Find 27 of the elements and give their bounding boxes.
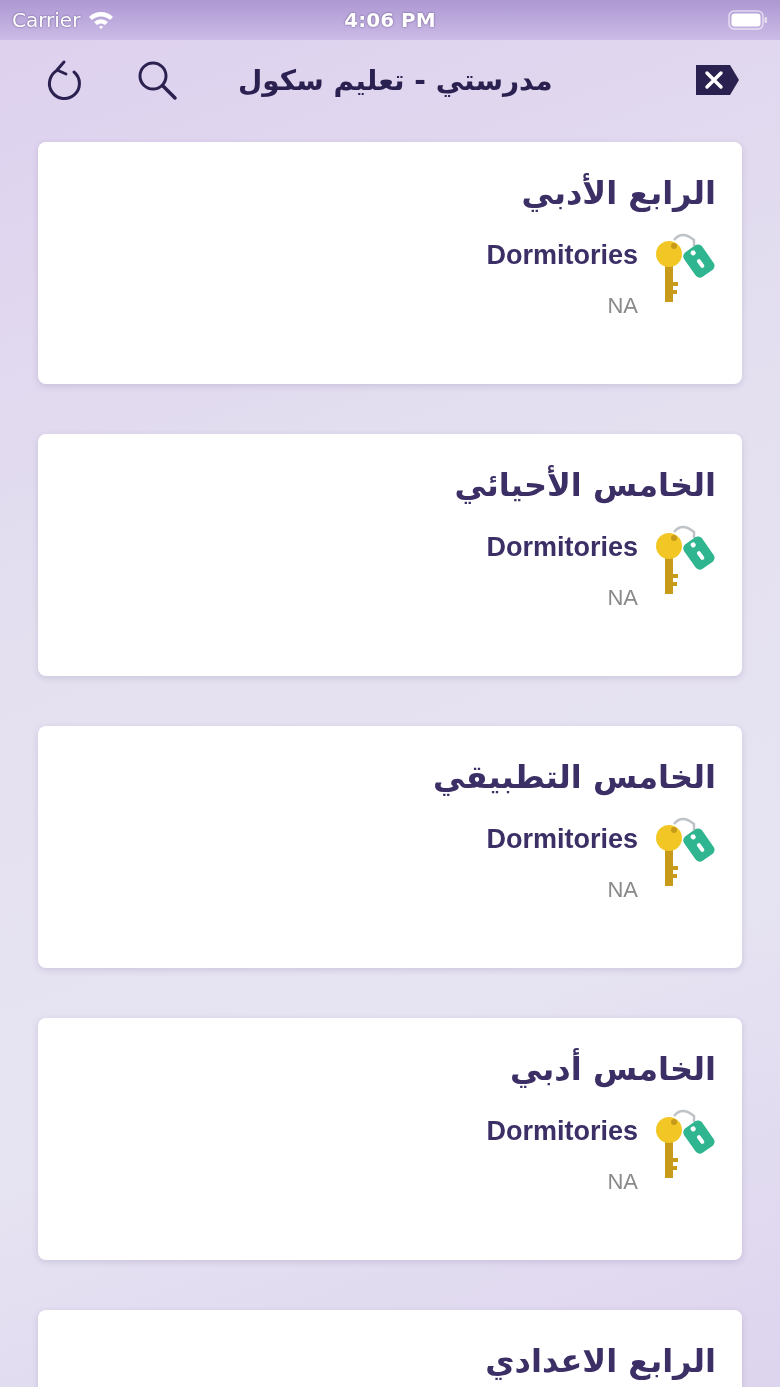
class-card[interactable]: الرابع الاعدادي — [38, 1310, 742, 1387]
wifi-icon — [88, 11, 115, 29]
value-label: NA — [607, 585, 638, 611]
search-button[interactable] — [136, 59, 178, 101]
search-icon — [136, 59, 178, 101]
card-title: الرابع الأدبي — [520, 174, 716, 212]
key-icon — [654, 1108, 716, 1180]
category-label: Dormitories — [486, 824, 638, 855]
category-label: Dormitories — [486, 1116, 638, 1147]
value-label: NA — [607, 1169, 638, 1195]
key-icon — [654, 524, 716, 596]
app-title: مدرستي - تعليم سكول — [238, 63, 553, 97]
battery-icon — [728, 10, 768, 30]
category-label: Dormitories — [486, 532, 638, 563]
carrier-label: Carrier — [12, 8, 81, 32]
value-label: NA — [607, 293, 638, 319]
clock-time: 4:06 PM — [344, 8, 436, 32]
category-label: Dormitories — [486, 240, 638, 271]
key-icon — [654, 816, 716, 888]
value-label: NA — [607, 877, 638, 903]
close-icon — [694, 63, 740, 97]
card-title: الخامس الأحيائي — [453, 466, 716, 504]
close-button[interactable] — [694, 63, 740, 97]
card-title: الخامس أدبي — [508, 1050, 716, 1088]
key-icon — [654, 232, 716, 304]
card-title: الرابع الاعدادي — [484, 1342, 716, 1380]
card-title: الخامس التطبيقي — [432, 758, 716, 796]
